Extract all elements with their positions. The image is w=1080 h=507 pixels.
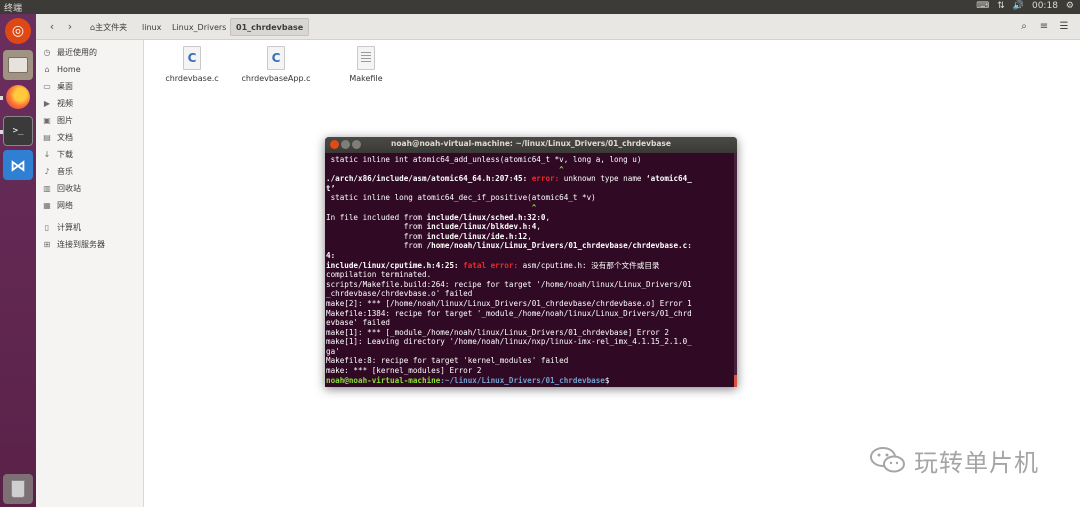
sidebar-item-pictures[interactable]: ▣ 图片 bbox=[42, 113, 73, 127]
terminal-line: compilation terminated. bbox=[326, 270, 432, 280]
computer-icon: ▯ bbox=[44, 222, 50, 232]
terminal-line: from include/linux/blkdev.h:4, bbox=[326, 222, 541, 232]
desktop-icon: ▭ bbox=[43, 81, 51, 91]
home-icon: ⌂ bbox=[44, 64, 50, 74]
file-name: Makefile bbox=[349, 74, 383, 83]
breadcrumb-linux[interactable]: linux bbox=[136, 18, 167, 36]
terminal-line: include/linux/cputime.h:4:25: fatal erro… bbox=[326, 260, 660, 270]
ubuntu-dash-icon[interactable]: ◎ bbox=[5, 18, 31, 44]
terminal-line: In file included from include/linux/sche… bbox=[326, 212, 551, 222]
sidebar-item-trash[interactable]: ▥ 回收站 bbox=[42, 181, 81, 195]
active-app-title: 终端 bbox=[4, 4, 23, 14]
terminal-line: _chrdevbase/chrdevbase.o' failed bbox=[326, 289, 473, 299]
terminal-line: 4: bbox=[326, 250, 336, 260]
trash-icon[interactable] bbox=[3, 474, 33, 504]
terminal-output[interactable]: static inline int atomic64_add_unless(at… bbox=[325, 153, 737, 387]
c-file-icon: C bbox=[183, 46, 201, 70]
server-icon: ⊞ bbox=[43, 239, 51, 249]
sidebar-item-desktop[interactable]: ▭ 桌面 bbox=[42, 79, 73, 93]
terminal-title: noah@noah-virtual-machine: ~/linux/Linux… bbox=[391, 139, 671, 148]
terminal-scrollbar[interactable] bbox=[734, 153, 737, 387]
launcher: ◎ >_ ⋈ bbox=[0, 14, 36, 507]
text-file-icon bbox=[357, 46, 375, 70]
breadcrumb-home[interactable]: ⌂主文件夹 bbox=[84, 18, 133, 36]
file-item[interactable]: Makefile bbox=[326, 46, 406, 83]
back-button[interactable]: ‹ bbox=[44, 19, 60, 35]
watermark-text: 玩转单片机 bbox=[914, 448, 1039, 477]
gear-icon[interactable]: ⚙ bbox=[1066, 1, 1074, 11]
sidebar-item-recent[interactable]: ◷ 最近使用的 bbox=[42, 45, 98, 59]
running-indicator bbox=[0, 130, 3, 134]
sidebar-item-network[interactable]: ▦ 网络 bbox=[42, 198, 73, 212]
terminal-line: ./arch/x86/include/asm/atomic64_64.h:207… bbox=[326, 174, 692, 184]
network-icon[interactable]: ⇅ bbox=[997, 1, 1005, 11]
menu-icon[interactable]: ☰ bbox=[1056, 19, 1072, 35]
terminal-line: make[1]: Leaving directory '/home/noah/l… bbox=[326, 337, 692, 347]
watermark: 玩转单片机 bbox=[868, 443, 1039, 477]
sidebar-item-home[interactable]: ⌂ Home bbox=[42, 62, 80, 76]
terminal-line: evbase' failed bbox=[326, 318, 391, 328]
toolbar: ‹ › ⌂主文件夹 linux Linux_Drivers 01_chrdevb… bbox=[36, 14, 1080, 40]
keyboard-icon[interactable]: ⌨ bbox=[976, 1, 989, 11]
volume-icon[interactable]: 🔊 bbox=[1013, 1, 1024, 11]
file-name: chrdevbase.c bbox=[165, 74, 219, 83]
terminal-line: make[1]: *** [_module_/home/noah/linux/L… bbox=[326, 327, 669, 337]
sidebar-item-music[interactable]: ♪ 音乐 bbox=[42, 164, 73, 178]
trash-icon: ▥ bbox=[43, 183, 51, 193]
terminal-line: ^ bbox=[326, 164, 564, 174]
terminal-window[interactable]: noah@noah-virtual-machine: ~/linux/Linux… bbox=[325, 137, 737, 387]
forward-button[interactable]: › bbox=[62, 19, 78, 35]
search-icon[interactable]: ⌕ bbox=[1016, 19, 1032, 35]
sidebar-item-computer[interactable]: ▯ 计算机 bbox=[42, 220, 81, 234]
terminal-line: scripts/Makefile.build:264: recipe for t… bbox=[326, 279, 692, 289]
files-app-icon[interactable] bbox=[3, 50, 33, 80]
top-panel: 终端 ⌨ ⇅ 🔊 00:18 ⚙ bbox=[0, 0, 1080, 14]
sidebar-item-documents[interactable]: ▤ 文档 bbox=[42, 130, 73, 144]
terminal-line: static inline int atomic64_add_unless(at… bbox=[326, 155, 642, 164]
sidebar-item-videos[interactable]: ▶ 视频 bbox=[42, 96, 73, 110]
video-icon: ▶ bbox=[43, 98, 51, 108]
clock-icon: ◷ bbox=[43, 47, 51, 57]
terminal-line: ga' bbox=[326, 346, 340, 356]
terminal-line: make[2]: *** [/home/noah/linux/Linux_Dri… bbox=[326, 298, 692, 308]
terminal-titlebar[interactable]: noah@noah-virtual-machine: ~/linux/Linux… bbox=[325, 137, 737, 153]
terminal-app-icon[interactable]: >_ bbox=[3, 116, 33, 146]
terminal-line: Makefile:8: recipe for target 'kernel_mo… bbox=[326, 356, 569, 366]
terminal-prompt[interactable]: noah@noah-virtual-machine:~/linux/Linux_… bbox=[326, 376, 733, 386]
sidebar-item-downloads[interactable]: ↓ 下载 bbox=[42, 147, 73, 161]
terminal-line: make: *** [kernel_modules] Error 2 bbox=[326, 366, 482, 376]
indicator-area: ⌨ ⇅ 🔊 00:18 ⚙ bbox=[976, 1, 1074, 11]
terminal-line: ^ bbox=[326, 202, 537, 212]
music-icon: ♪ bbox=[44, 166, 50, 176]
wechat-icon bbox=[870, 447, 905, 473]
terminal-line: t’ bbox=[326, 183, 336, 193]
file-name: chrdevbaseApp.c bbox=[241, 74, 311, 83]
file-item[interactable]: C chrdevbaseApp.c bbox=[236, 46, 316, 83]
c-file-icon: C bbox=[267, 46, 285, 70]
scrollbar-thumb[interactable] bbox=[734, 375, 737, 387]
breadcrumb-current-folder[interactable]: 01_chrdevbase bbox=[230, 18, 310, 36]
document-icon: ▤ bbox=[43, 132, 51, 142]
view-list-icon[interactable]: ≡ bbox=[1036, 19, 1052, 35]
terminal-line: Makefile:1384: recipe for target '_modul… bbox=[326, 308, 692, 318]
sidebar-item-connect-server[interactable]: ⊞ 连接到服务器 bbox=[42, 237, 105, 251]
breadcrumb-linux-drivers[interactable]: Linux_Drivers bbox=[166, 18, 232, 36]
terminal-line: from include/linux/ide.h:12, bbox=[326, 231, 532, 241]
terminal-line: static inline long atomic64_dec_if_posit… bbox=[326, 193, 596, 203]
terminal-line: from /home/noah/linux/Linux_Drivers/01_c… bbox=[326, 241, 692, 251]
places-sidebar: ◷ 最近使用的 ⌂ Home ▭ 桌面 ▶ 视频 ▣ 图片 ▤ 文档 ↓ 下载 ♪ 音乐 ▥ 回收… bbox=[36, 40, 144, 507]
firefox-icon[interactable] bbox=[3, 82, 33, 112]
vscode-icon[interactable]: ⋈ bbox=[3, 150, 33, 180]
download-icon: ↓ bbox=[43, 149, 51, 159]
file-item[interactable]: C chrdevbase.c bbox=[152, 46, 232, 83]
network-icon: ▦ bbox=[43, 200, 51, 210]
picture-icon: ▣ bbox=[43, 115, 51, 125]
clock[interactable]: 00:18 bbox=[1032, 1, 1058, 11]
